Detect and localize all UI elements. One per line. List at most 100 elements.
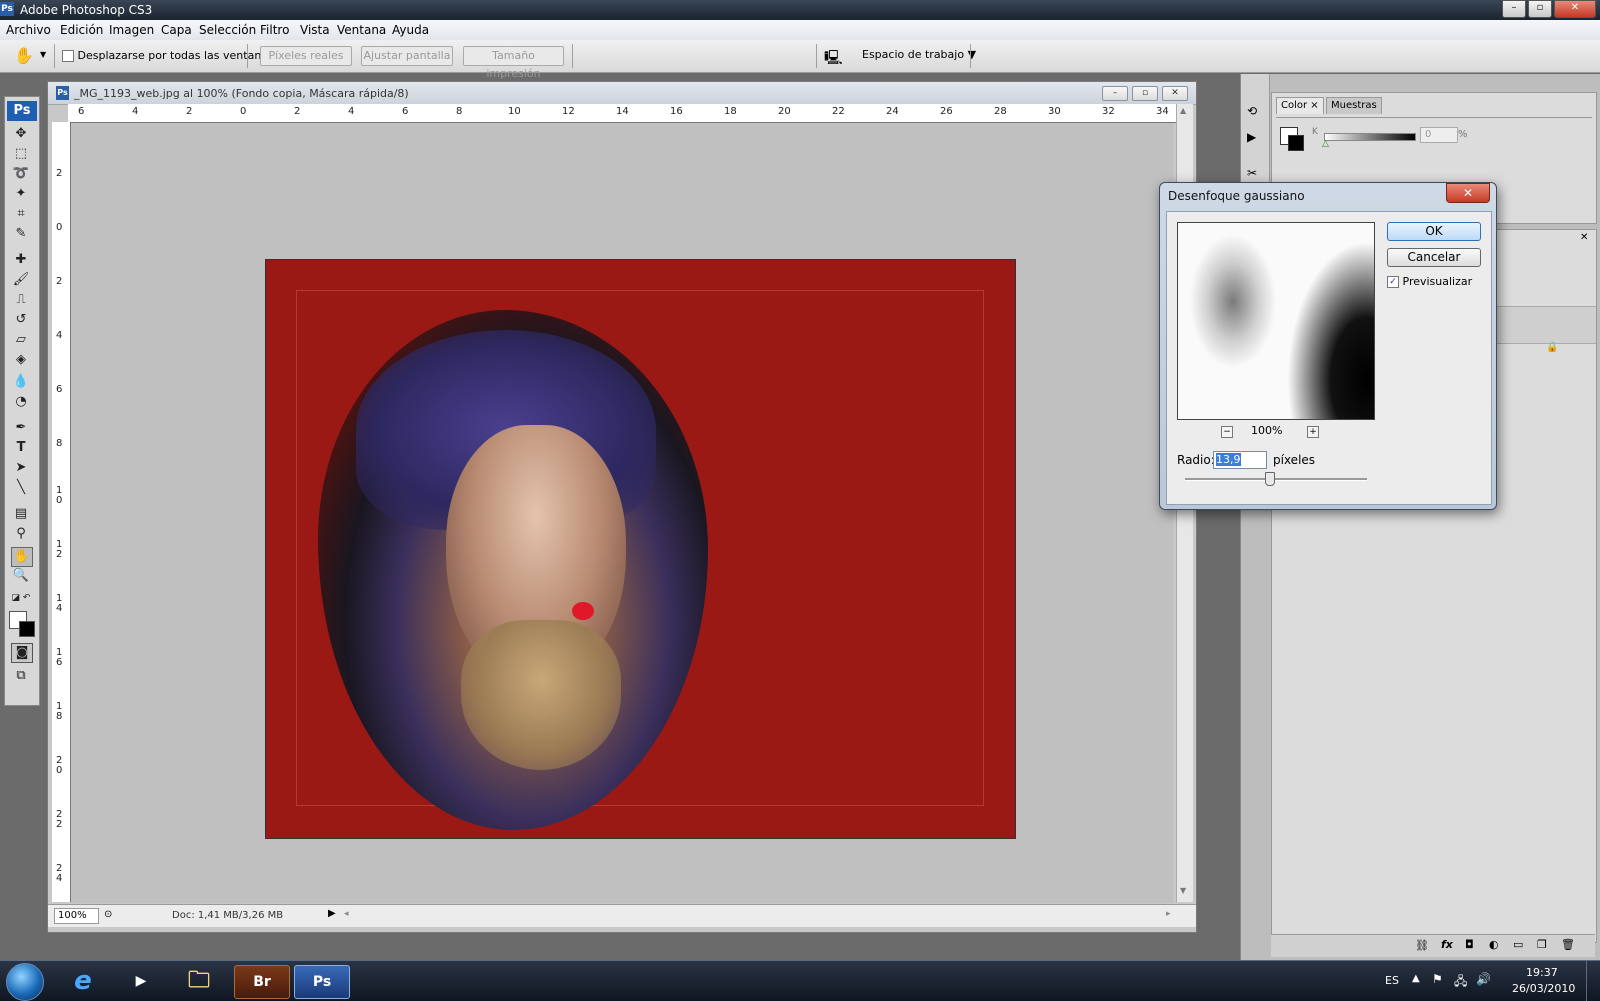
document-maximize-button[interactable]: ▫ bbox=[1132, 86, 1158, 101]
bridge-taskbar-button[interactable]: Br bbox=[234, 965, 290, 999]
ok-button[interactable]: OK bbox=[1387, 222, 1481, 241]
menu-vista[interactable]: Vista bbox=[300, 23, 330, 37]
eraser-tool-icon[interactable]: ▱ bbox=[11, 331, 31, 349]
blur-tool-icon[interactable]: 💧 bbox=[11, 373, 31, 391]
history-panel-icon[interactable]: ⟲ bbox=[1247, 104, 1257, 118]
lasso-tool-icon[interactable]: ➰ bbox=[11, 165, 31, 183]
k-channel-slider[interactable] bbox=[1324, 133, 1416, 141]
hscroll-left-icon[interactable]: ◂ bbox=[344, 909, 349, 919]
cancel-button[interactable]: Cancelar bbox=[1387, 248, 1481, 267]
blur-preview[interactable] bbox=[1177, 222, 1375, 420]
k-value-field[interactable]: 0 bbox=[1420, 127, 1458, 143]
media-player-icon[interactable]: ▶ bbox=[114, 965, 168, 997]
hscroll-right-icon[interactable]: ▸ bbox=[1166, 909, 1171, 919]
photoshop-taskbar-button[interactable]: Ps bbox=[294, 965, 350, 999]
menu-capa[interactable]: Capa bbox=[161, 23, 192, 37]
show-desktop-button[interactable] bbox=[1586, 961, 1600, 1001]
start-button[interactable] bbox=[6, 963, 44, 1001]
dodge-tool-icon[interactable]: ◔ bbox=[11, 393, 31, 411]
checkbox-box[interactable] bbox=[62, 50, 74, 62]
type-tool-icon[interactable]: T bbox=[11, 439, 31, 457]
menu-imagen[interactable]: Imagen bbox=[109, 23, 154, 37]
hand-tool-icon[interactable]: ✋ bbox=[11, 547, 33, 567]
magic-wand-tool-icon[interactable]: ✦ bbox=[11, 185, 31, 203]
adjustment-layer-icon[interactable]: ◐ bbox=[1489, 938, 1499, 951]
background-color-swatch[interactable] bbox=[1288, 135, 1304, 151]
actions-panel-icon[interactable]: ▶ bbox=[1247, 130, 1256, 144]
checkbox-checked-icon[interactable]: ✓ bbox=[1387, 276, 1399, 288]
screen-mode-icon[interactable]: ⧉ bbox=[11, 667, 31, 685]
scroll-up-icon[interactable]: ▲ bbox=[1180, 106, 1186, 115]
close-button[interactable]: ✕ bbox=[1554, 0, 1596, 18]
new-layer-icon[interactable]: ❐ bbox=[1537, 938, 1547, 951]
paint-bucket-tool-icon[interactable]: ◈ bbox=[11, 351, 31, 369]
file-explorer-icon[interactable]: 🗀 bbox=[172, 965, 226, 997]
workspace-menu[interactable]: Espacio de trabajo ▼ bbox=[862, 48, 976, 61]
menu-ayuda[interactable]: Ayuda bbox=[392, 23, 429, 37]
canvas-area[interactable] bbox=[71, 123, 1173, 903]
fit-screen-button[interactable]: Ajustar pantalla bbox=[361, 46, 453, 66]
actual-pixels-button[interactable]: Píxeles reales bbox=[260, 46, 352, 66]
tab-muestras[interactable]: Muestras bbox=[1326, 97, 1382, 114]
menu-ventana[interactable]: Ventana bbox=[337, 23, 386, 37]
status-info-icon[interactable]: ⊙ bbox=[104, 909, 112, 920]
marquee-tool-icon[interactable]: ⬚ bbox=[11, 145, 31, 163]
internet-explorer-icon[interactable]: e bbox=[56, 965, 110, 997]
default-colors-icon[interactable]: ◪ ↶ bbox=[11, 589, 31, 607]
link-layers-icon[interactable]: ⛓ bbox=[1415, 939, 1429, 952]
document-close-button[interactable]: ✕ bbox=[1162, 86, 1188, 101]
menu-filtro[interactable]: Filtro bbox=[260, 23, 289, 37]
zoom-tool-icon[interactable]: 🔍 bbox=[11, 567, 31, 585]
layer-mask-icon[interactable]: ◘ bbox=[1465, 938, 1474, 951]
language-indicator[interactable]: ES bbox=[1385, 974, 1399, 987]
print-size-button[interactable]: Tamaño impresión bbox=[463, 46, 564, 80]
document-minimize-button[interactable]: – bbox=[1102, 86, 1128, 101]
menu-edicion[interactable]: Edición bbox=[60, 23, 103, 37]
clock-time[interactable]: 19:37 bbox=[1526, 966, 1558, 979]
zoom-in-icon[interactable]: + bbox=[1307, 426, 1319, 438]
move-tool-icon[interactable]: ✥ bbox=[11, 125, 31, 143]
preview-checkbox[interactable]: ✓ Previsualizar bbox=[1387, 275, 1472, 288]
healing-brush-tool-icon[interactable]: ✚ bbox=[11, 251, 31, 269]
line-tool-icon[interactable]: ╲ bbox=[11, 479, 31, 497]
panel-close-icon[interactable]: ✕ bbox=[1580, 232, 1588, 243]
tool-preset-chevron-down-icon[interactable]: ▼ bbox=[40, 50, 46, 59]
brush-tool-icon[interactable]: 🖌 bbox=[11, 271, 31, 289]
clone-stamp-tool-icon[interactable]: ⎍ bbox=[11, 291, 31, 309]
menu-archivo[interactable]: Archivo bbox=[6, 23, 51, 37]
radius-input[interactable]: 13,9 bbox=[1213, 451, 1267, 469]
k-slider-thumb-icon[interactable]: △ bbox=[1322, 139, 1329, 149]
maximize-button[interactable]: ▫ bbox=[1528, 0, 1552, 18]
eyedropper-tool-icon[interactable]: ⚲ bbox=[11, 525, 31, 543]
document-image[interactable] bbox=[265, 259, 1016, 839]
tab-close-icon[interactable]: × bbox=[1310, 100, 1318, 111]
layer-group-icon[interactable]: ▭ bbox=[1513, 938, 1523, 951]
bridge-icon[interactable]: 🖳 bbox=[824, 47, 843, 71]
quick-mask-icon[interactable]: ◙ bbox=[11, 643, 33, 663]
network-icon[interactable]: 🖧 bbox=[1454, 972, 1467, 993]
dialog-close-button[interactable]: ✕ bbox=[1446, 183, 1490, 203]
volume-icon[interactable]: 🔊 bbox=[1476, 972, 1491, 986]
clock-date[interactable]: 26/03/2010 bbox=[1512, 982, 1575, 995]
layer-row[interactable] bbox=[1496, 306, 1596, 344]
layer-style-icon[interactable]: fx bbox=[1441, 938, 1453, 951]
tab-color[interactable]: Color × bbox=[1276, 97, 1324, 114]
menu-seleccion[interactable]: Selección bbox=[199, 23, 256, 37]
history-brush-tool-icon[interactable]: ↺ bbox=[11, 311, 31, 329]
zoom-level-field[interactable]: 100% bbox=[54, 908, 99, 924]
radius-slider-thumb[interactable] bbox=[1265, 472, 1275, 486]
path-selection-tool-icon[interactable]: ➤ bbox=[11, 459, 31, 477]
minimize-button[interactable]: – bbox=[1502, 0, 1526, 18]
show-hidden-icons-icon[interactable]: ▲ bbox=[1412, 973, 1420, 984]
background-color-swatch[interactable] bbox=[19, 621, 35, 637]
zoom-out-icon[interactable]: − bbox=[1221, 426, 1233, 438]
scroll-down-icon[interactable]: ▼ bbox=[1180, 886, 1186, 895]
tool-presets-icon[interactable]: ✂ bbox=[1247, 166, 1257, 180]
pen-tool-icon[interactable]: ✒ bbox=[11, 419, 31, 437]
notes-tool-icon[interactable]: ▤ bbox=[11, 505, 31, 523]
hand-icon[interactable]: ✋ bbox=[14, 46, 34, 65]
delete-layer-icon[interactable]: 🗑 bbox=[1561, 938, 1575, 951]
status-menu-arrow-icon[interactable]: ▶ bbox=[328, 908, 336, 919]
crop-tool-icon[interactable]: ⌗ bbox=[11, 205, 31, 223]
radius-slider-track[interactable] bbox=[1185, 478, 1367, 481]
